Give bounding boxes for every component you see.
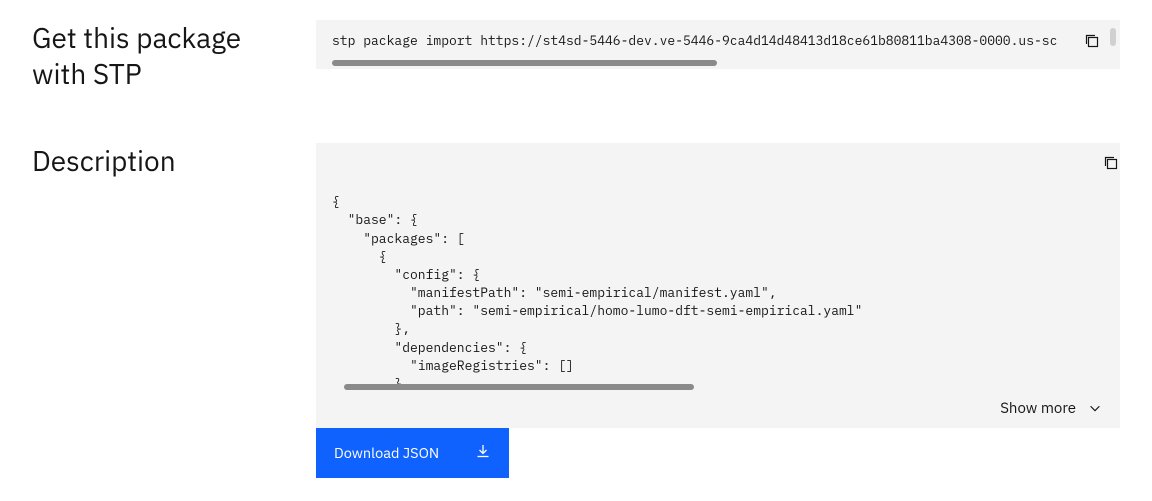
copy-icon [1065, 143, 1118, 190]
stp-section: Get this package with STP stp package im… [32, 20, 1120, 93]
horizontal-scrollbar[interactable] [332, 60, 717, 66]
show-more-label: Show more [1000, 399, 1076, 418]
description-section: Description { "base": { "packages": [ { … [32, 143, 1120, 478]
stp-code-block: stp package import https://st4sd-5446-de… [316, 20, 1120, 69]
description-section-label: Description [32, 143, 316, 179]
horizontal-scrollbar[interactable] [344, 384, 694, 390]
copy-button[interactable] [1080, 30, 1104, 54]
chevron-down-icon [1088, 401, 1102, 415]
stp-section-content: stp package import https://st4sd-5446-de… [316, 20, 1120, 69]
description-section-content: { "base": { "packages": [ { "config": { … [316, 143, 1120, 478]
download-json-button[interactable]: Download JSON [316, 428, 509, 478]
download-icon [475, 443, 491, 463]
stp-section-label: Get this package with STP [32, 20, 316, 93]
stp-code-text: stp package import https://st4sd-5446-de… [332, 32, 1057, 49]
copy-icon [1084, 33, 1100, 52]
download-json-label: Download JSON [334, 443, 439, 462]
description-code-block: { "base": { "packages": [ { "config": { … [316, 143, 1120, 393]
description-code-text: { "base": { "packages": [ { "config": { … [332, 193, 1065, 393]
vertical-scrollbar[interactable] [1110, 28, 1116, 46]
show-more-button[interactable]: Show more [316, 393, 1120, 428]
copy-button[interactable] [1080, 153, 1104, 177]
